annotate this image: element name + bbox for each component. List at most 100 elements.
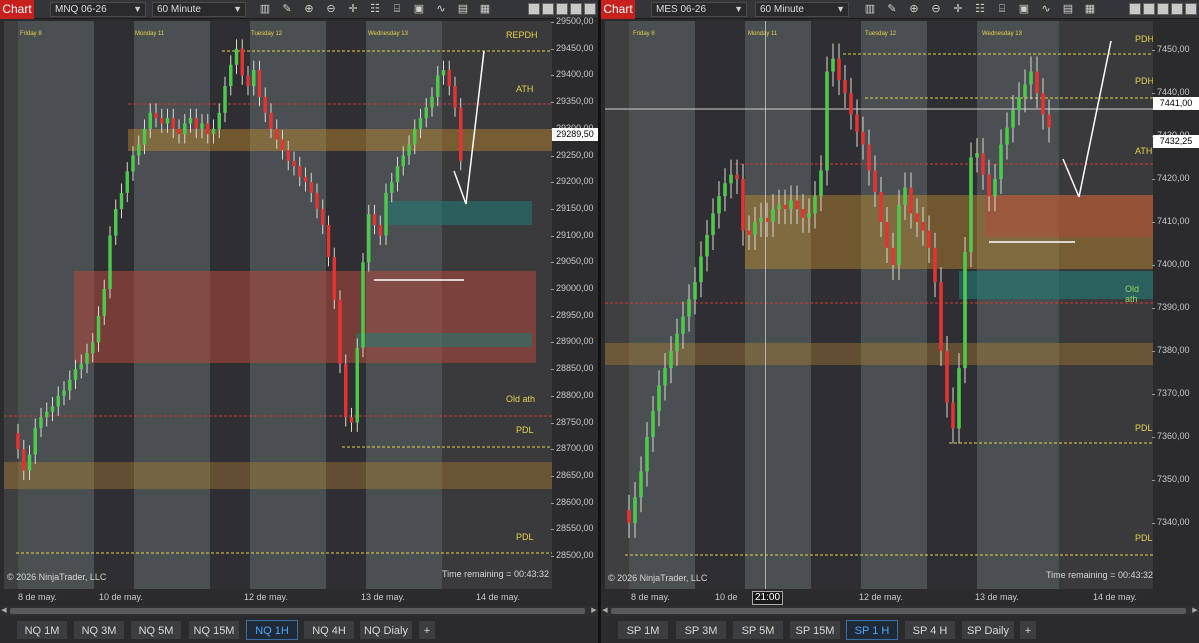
- pencil-icon[interactable]: ✎: [280, 2, 294, 17]
- pencil-icon[interactable]: ✎: [885, 2, 899, 17]
- strategy-icon[interactable]: ▣: [1017, 2, 1031, 17]
- add-tab-button[interactable]: +: [1019, 620, 1037, 640]
- day-label: Monday 11: [748, 31, 778, 37]
- day-label: Tuesday 12: [865, 31, 897, 37]
- chart-tab[interactable]: NQ 4H: [303, 620, 355, 640]
- price-tick-label: 7390,00: [1152, 302, 1190, 312]
- chart-tab[interactable]: NQ 1H: [246, 620, 298, 640]
- time-axis[interactable]: 21:00 8 de may. 10 de 12 de may. 13 de may.…: [605, 590, 1153, 605]
- candle-body: [211, 128, 216, 135]
- scroll-right-icon[interactable]: ▶: [1191, 606, 1199, 616]
- interval-selector[interactable]: 60 Minute ▼: [755, 2, 849, 17]
- candle-body: [401, 155, 405, 167]
- chart-tab[interactable]: SP 5M: [732, 620, 784, 640]
- candle-body: [269, 112, 273, 129]
- chart-tab[interactable]: NQ 5M: [130, 620, 182, 640]
- tile-icon[interactable]: [528, 3, 540, 15]
- time-tick-label: 12 de may.: [859, 592, 903, 602]
- crosshair-time-label: 21:00: [752, 591, 784, 605]
- candle-body: [807, 213, 811, 218]
- candle-body: [390, 182, 394, 193]
- candle-body: [939, 282, 943, 351]
- zoom-out-icon[interactable]: ⊖: [929, 2, 943, 17]
- add-tab-button[interactable]: +: [418, 620, 436, 640]
- candle-body: [234, 48, 239, 65]
- chart-tab[interactable]: NQ 3M: [73, 620, 125, 640]
- price-chart[interactable]: Friday 8 Monday 11 Tuesday 12 Wednesday …: [605, 21, 1153, 589]
- tile-icon[interactable]: [1143, 3, 1155, 15]
- candle-body: [257, 70, 262, 97]
- chart-toolbar: Chart MNQ 06-26 ▼ 60 Minute ▼ ▥ ✎ ⊕ ⊖ ✛ ☷ …: [0, 0, 598, 19]
- candle-body: [39, 417, 43, 428]
- chart-tab[interactable]: SP 15M: [789, 620, 841, 640]
- chart-properties-icon[interactable]: ☷: [368, 2, 382, 17]
- price-tick-label: 28550,00: [551, 523, 594, 534]
- scrollbar-thumb[interactable]: [10, 608, 585, 614]
- close-icon[interactable]: [584, 3, 596, 15]
- template-icon[interactable]: ▤: [1061, 2, 1075, 17]
- zoom-in-icon[interactable]: ⊕: [302, 2, 316, 17]
- indicator-icon[interactable]: ∿: [1039, 2, 1053, 17]
- scroll-right-icon[interactable]: ▶: [590, 606, 598, 616]
- chart-tab[interactable]: SP 1 H: [846, 620, 898, 640]
- chart-tab[interactable]: SP 4 H: [904, 620, 956, 640]
- time-axis[interactable]: 8 de may. 10 de may. 12 de may. 13 de may. 1…: [4, 590, 552, 605]
- candle-body: [33, 427, 37, 455]
- chart-menu-button[interactable]: Chart: [0, 0, 34, 19]
- crosshair-icon[interactable]: ✛: [951, 2, 965, 17]
- instrument-selector[interactable]: MNQ 06-26 ▼: [50, 2, 146, 17]
- bar-chart-icon[interactable]: ▥: [258, 2, 272, 17]
- chart-tab[interactable]: SP 1M: [617, 620, 669, 640]
- minimize-icon[interactable]: [556, 3, 568, 15]
- maximize-icon[interactable]: [1171, 3, 1183, 15]
- template-icon[interactable]: ▤: [456, 2, 470, 17]
- maximize-icon[interactable]: [570, 3, 582, 15]
- close-icon[interactable]: [1185, 3, 1197, 15]
- price-axis[interactable]: 29500,0029450,0029400,0029350,0029300,00…: [551, 16, 598, 589]
- chart-properties-icon[interactable]: ☷: [973, 2, 987, 17]
- candle-body: [441, 70, 446, 76]
- scroll-left-icon[interactable]: ◀: [0, 606, 8, 616]
- candle-body: [413, 128, 417, 145]
- candle-body: [741, 179, 745, 231]
- data-box-icon[interactable]: ⌸: [390, 2, 404, 17]
- horizontal-scrollbar[interactable]: ◀ ▶: [0, 606, 598, 616]
- chart-menu-button[interactable]: Chart: [601, 0, 635, 19]
- chart-tab[interactable]: SP 3M: [675, 620, 727, 640]
- bar-chart-icon[interactable]: ▥: [863, 2, 877, 17]
- level-label-pdl: PDL: [516, 425, 534, 435]
- crosshair-icon[interactable]: ✛: [346, 2, 360, 17]
- price-chart[interactable]: Friday 8 Monday 11 Tuesday 12 Wednesday …: [4, 21, 552, 589]
- chart-tab[interactable]: NQ Dialy: [359, 620, 413, 640]
- scroll-left-icon[interactable]: ◀: [601, 606, 609, 616]
- instrument-selector[interactable]: MES 06-26 ▼: [651, 2, 747, 17]
- chart-tab[interactable]: NQ 1M: [16, 620, 68, 640]
- candle-body: [975, 153, 979, 158]
- data-box-icon[interactable]: ⌸: [995, 2, 1009, 17]
- scrollbar-thumb[interactable]: [611, 608, 1186, 614]
- candle-body: [711, 213, 715, 235]
- calendar-icon[interactable]: ▦: [1083, 2, 1097, 17]
- chart-tab[interactable]: NQ 15M: [188, 620, 240, 640]
- candle-body: [108, 235, 112, 289]
- tile-icon[interactable]: [542, 3, 554, 15]
- horizontal-scrollbar[interactable]: ◀ ▶: [601, 606, 1199, 616]
- candle-body: [771, 209, 775, 222]
- indicator-icon[interactable]: ∿: [434, 2, 448, 17]
- strategy-icon[interactable]: ▣: [412, 2, 426, 17]
- candle-body: [96, 315, 101, 343]
- zoom-in-icon[interactable]: ⊕: [907, 2, 921, 17]
- candle-body: [783, 204, 787, 210]
- candle-body: [813, 196, 817, 214]
- candle-body: [137, 144, 141, 156]
- candle-body: [1041, 93, 1045, 115]
- candle-body: [280, 139, 285, 151]
- zoom-out-icon[interactable]: ⊖: [324, 2, 338, 17]
- minimize-icon[interactable]: [1157, 3, 1169, 15]
- calendar-icon[interactable]: ▦: [478, 2, 492, 17]
- price-axis[interactable]: 7450,007440,007430,007420,007410,007400,…: [1152, 21, 1199, 589]
- chart-tab[interactable]: SP Daily: [961, 620, 1015, 640]
- price-tick-label: 7380,00: [1152, 345, 1190, 355]
- interval-selector[interactable]: 60 Minute ▼: [152, 2, 246, 17]
- tile-icon[interactable]: [1129, 3, 1141, 15]
